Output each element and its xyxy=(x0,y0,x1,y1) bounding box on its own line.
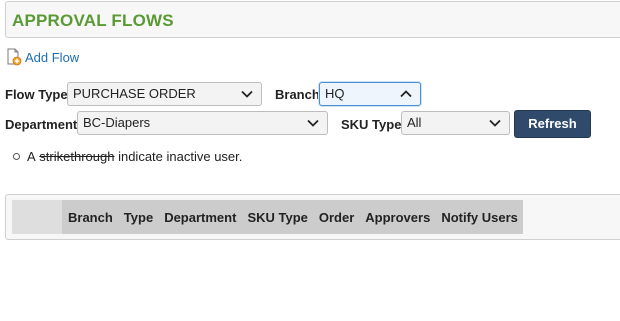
table-header-spacer xyxy=(12,200,62,234)
add-document-icon xyxy=(6,48,22,66)
chevron-up-icon xyxy=(400,90,412,98)
bullet-icon xyxy=(13,153,20,160)
column-header-notify-users[interactable]: Notify Users xyxy=(441,210,518,225)
department-select[interactable]: BC-Diapers xyxy=(77,111,328,135)
page-header: APPROVAL FLOWS xyxy=(5,1,620,38)
department-label: Department xyxy=(5,117,78,132)
note-prefix: A xyxy=(27,149,36,164)
column-header-approvers[interactable]: Approvers xyxy=(365,210,430,225)
sku-type-value: All xyxy=(407,115,422,130)
branch-value: HQ xyxy=(325,86,345,101)
inactive-user-note: A strikethrough indicate inactive user. xyxy=(13,149,242,164)
column-header-branch[interactable]: Branch xyxy=(68,210,113,225)
branch-select[interactable]: HQ xyxy=(319,82,421,106)
table-header-row: Branch Type Department SKU Type Order Ap… xyxy=(62,200,523,234)
chevron-down-icon xyxy=(489,119,501,127)
note-strike-word: strikethrough xyxy=(39,149,115,164)
refresh-button[interactable]: Refresh xyxy=(514,110,591,138)
flow-type-value: PURCHASE ORDER xyxy=(73,86,196,101)
sku-type-label: SKU Type xyxy=(341,117,402,132)
flow-type-label: Flow Type xyxy=(5,87,68,102)
flows-table: Branch Type Department SKU Type Order Ap… xyxy=(5,194,620,240)
column-header-order[interactable]: Order xyxy=(319,210,354,225)
column-header-type[interactable]: Type xyxy=(124,210,153,225)
add-flow-label: Add Flow xyxy=(25,49,80,65)
column-header-sku-type[interactable]: SKU Type xyxy=(247,210,307,225)
table-header: Branch Type Department SKU Type Order Ap… xyxy=(12,200,523,234)
note-suffix: indicate inactive user. xyxy=(118,149,243,164)
department-value: BC-Diapers xyxy=(83,115,151,130)
branch-label: Branch xyxy=(275,87,320,102)
column-header-department[interactable]: Department xyxy=(164,210,236,225)
sku-type-select[interactable]: All xyxy=(401,111,510,135)
chevron-down-icon xyxy=(307,119,319,127)
chevron-down-icon xyxy=(241,90,253,98)
page-title: APPROVAL FLOWS xyxy=(12,11,174,30)
add-flow-link[interactable]: Add Flow xyxy=(6,48,79,66)
flow-type-select[interactable]: PURCHASE ORDER xyxy=(67,82,262,106)
